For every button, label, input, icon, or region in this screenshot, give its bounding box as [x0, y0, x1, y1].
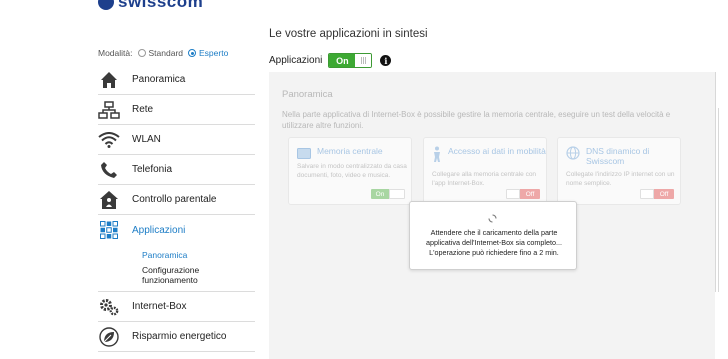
mode-expert-radio[interactable]: Esperto	[188, 48, 228, 58]
panel-title: Panoramica	[282, 89, 333, 100]
card-toggle[interactable]: Off	[506, 189, 540, 199]
card-toggle-label: On	[371, 189, 389, 199]
home-icon	[98, 69, 120, 91]
loading-message: Attendere che il caricamento della parte…	[425, 228, 562, 257]
globe-icon	[566, 146, 580, 165]
sidebar-item-risparmio-energetico[interactable]: Risparmio energetico	[98, 322, 255, 352]
card-text: Collegate l'indirizzo IP internet con un…	[566, 171, 675, 187]
panel-border	[718, 108, 719, 292]
leaf-icon	[98, 326, 120, 348]
page-title: Le vostre applicazioni in sintesi	[269, 28, 428, 40]
sidebar-item-label: Controllo parentale	[132, 194, 217, 205]
network-icon	[98, 99, 120, 121]
sidebar-subitem-panoramica[interactable]: Panoramica	[98, 245, 255, 265]
gears-icon	[98, 296, 120, 318]
sidebar-item-label: Panoramica	[132, 74, 186, 85]
wifi-icon	[98, 129, 120, 151]
sidebar-group-applicazioni: Applicazioni Panoramica Configurazione f…	[98, 215, 255, 292]
card-title: Accesso ai dati in mobilità	[448, 146, 546, 156]
card-text: Salvare in modo centralizzato da casa do…	[297, 163, 407, 179]
sidebar-item-label: Applicazioni	[132, 224, 186, 236]
sidebar-nav: Panoramica Rete WLAN Telefonia Controllo…	[98, 65, 255, 352]
sidebar-item-panoramica[interactable]: Panoramica	[98, 65, 255, 95]
card-text: Collegare alla memoria centrale con l'ap…	[432, 171, 537, 187]
swisscom-logo[interactable]: swisscom	[98, 0, 203, 12]
applications-toggle[interactable]: On	[328, 53, 373, 68]
radio-unchecked-icon	[137, 49, 146, 57]
mode-standard-radio[interactable]: Standard	[137, 48, 184, 58]
radio-checked-icon	[188, 49, 196, 57]
card-toggle-label: Off	[520, 189, 540, 199]
sidebar-item-label: Telefonia	[132, 164, 173, 175]
sidebar-subitem-configurazione[interactable]: Configurazione funzionamento	[98, 265, 255, 285]
sidebar-item-label: Internet-Box	[132, 301, 187, 312]
card-toggle-label: Off	[654, 189, 674, 199]
card-title: DNS dinamico di Swisscom	[586, 146, 650, 166]
sidebar-item-telefonia[interactable]: Telefonia	[98, 155, 255, 185]
app-card-accesso-mobilita[interactable]: Accesso ai dati in mobilità Collegare al…	[423, 137, 547, 205]
loading-spinner-icon	[488, 210, 497, 223]
swisscom-logo-mark	[98, 0, 114, 10]
info-icon[interactable]: i	[380, 55, 392, 66]
sidebar-item-applicazioni[interactable]: Applicazioni	[98, 215, 255, 245]
card-title: Memoria centrale	[317, 146, 383, 156]
mode-label: Modalità:	[98, 48, 133, 58]
toggle-grip-icon	[355, 54, 372, 67]
panel-border	[715, 72, 716, 292]
sidebar-item-label: Rete	[132, 104, 154, 115]
mode-expert-label: Esperto	[199, 48, 229, 58]
mode-selector: Modalità: Standard Esperto	[98, 48, 228, 58]
apps-icon	[98, 219, 120, 241]
loading-dialog: Attendere che il caricamento della parte…	[409, 201, 577, 270]
card-toggle[interactable]: On	[371, 189, 405, 199]
sidebar-item-label: WLAN	[132, 134, 161, 145]
sidebar-item-rete[interactable]: Rete	[98, 95, 255, 125]
sidebar-item-wlan[interactable]: WLAN	[98, 125, 255, 155]
logo-text: swisscom	[118, 0, 204, 11]
applications-toggle-row: Applicazioni On i	[269, 53, 392, 68]
mode-standard-label: Standard	[148, 48, 184, 58]
mobile-access-icon	[432, 146, 442, 167]
card-toggle[interactable]: Off	[640, 189, 674, 199]
app-card-memoria-centrale[interactable]: Memoria centrale Salvare in modo central…	[288, 137, 412, 205]
panel-description: Nella parte applicativa di Internet-Box …	[282, 110, 671, 130]
app-card-dns-dinamico[interactable]: DNS dinamico di Swisscom Collegate l'ind…	[557, 137, 681, 205]
sidebar-item-label: Risparmio energetico	[132, 331, 227, 342]
phone-icon	[98, 159, 120, 181]
applications-label: Applicazioni	[269, 55, 323, 66]
parental-control-icon	[98, 189, 120, 211]
sidebar-item-internet-box[interactable]: Internet-Box	[98, 292, 255, 322]
toggle-on-label: On	[329, 54, 356, 67]
sidebar-item-controllo-parentale[interactable]: Controllo parentale	[98, 185, 255, 215]
